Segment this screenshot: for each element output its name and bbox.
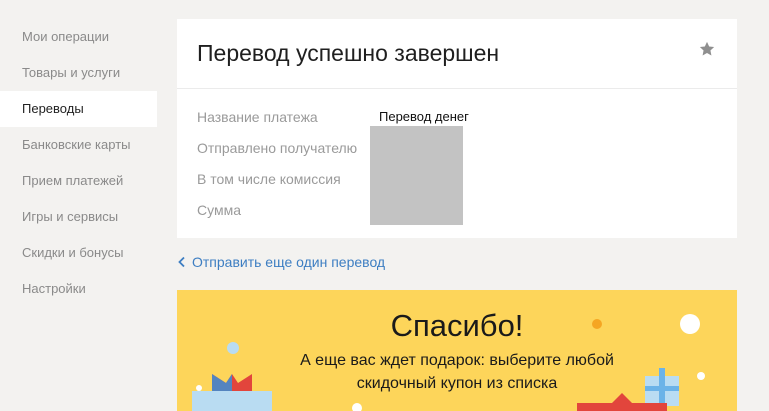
promo-banner: Спасибо! А еще вас ждет подарок: выберит… [177, 290, 737, 411]
sidebar-item-bank-cards[interactable]: Банковские карты [0, 127, 157, 163]
sidebar-item-games-and-services[interactable]: Игры и сервисы [0, 199, 157, 235]
send-another-transfer-link[interactable]: Отправить еще один перевод [177, 253, 385, 271]
card-divider [177, 88, 737, 89]
recipient-label: Отправлено получателю [197, 140, 358, 156]
sidebar-item-transfers[interactable]: Переводы [0, 91, 157, 127]
sidebar-nav: Мои операции Товары и услуги Переводы Ба… [0, 19, 157, 307]
gift-box-red-icon [577, 393, 667, 411]
sidebar-item-payment-acceptance[interactable]: Прием платежей [0, 163, 157, 199]
redacted-values [370, 126, 463, 225]
transfer-result-card: Перевод успешно завершен Название платеж… [177, 19, 737, 238]
chevron-left-icon [178, 256, 185, 268]
star-icon[interactable] [698, 40, 716, 58]
send-another-transfer-label: Отправить еще один перевод [192, 254, 386, 270]
payment-name-label: Название платежа [197, 109, 318, 125]
promo-text: А еще вас ждет подарок: выберите любой с… [300, 352, 614, 392]
commission-label: В том числе комиссия [197, 171, 341, 187]
sidebar-item-discounts-and-bonuses[interactable]: Скидки и бонусы [0, 235, 157, 271]
sidebar-item-settings[interactable]: Настройки [0, 271, 157, 307]
sidebar-item-goods-and-services[interactable]: Товары и услуги [0, 55, 157, 91]
payment-name-value: Перевод денег [379, 109, 469, 124]
sum-label: Сумма [197, 202, 241, 218]
promo-title: Спасибо! [390, 308, 524, 343]
sidebar-item-my-operations[interactable]: Мои операции [0, 19, 157, 55]
page-title: Перевод успешно завершен [197, 40, 500, 66]
